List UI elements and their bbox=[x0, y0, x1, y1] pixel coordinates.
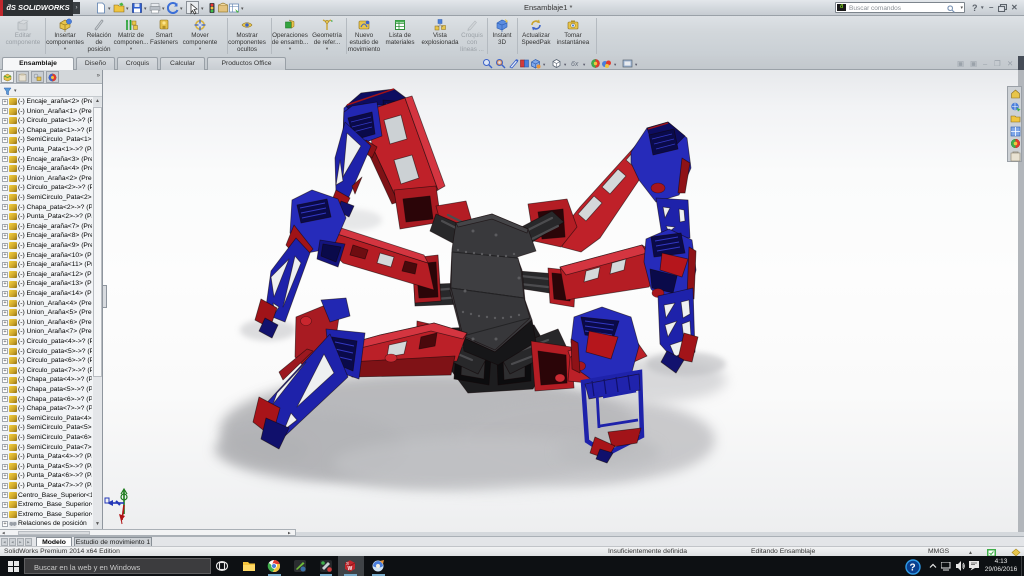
svg-text:S: S bbox=[346, 561, 349, 566]
svg-text:W: W bbox=[348, 566, 353, 572]
svg-text:6x: 6x bbox=[571, 61, 579, 68]
svg-text:?: ? bbox=[910, 562, 916, 573]
